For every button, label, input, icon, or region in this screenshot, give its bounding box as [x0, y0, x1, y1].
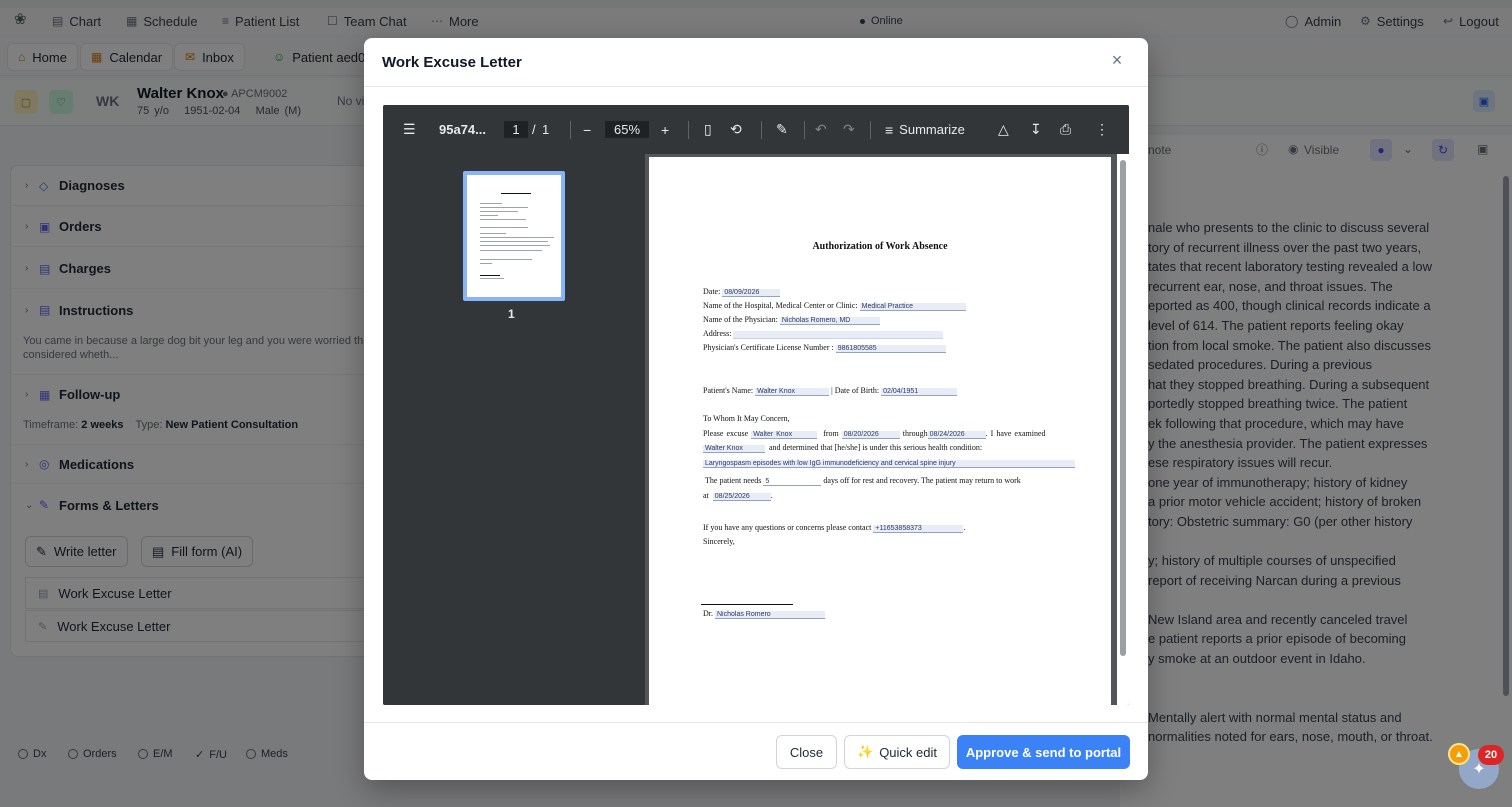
questions-text: If you have any questions or concerns pl…	[703, 523, 872, 532]
letter-page: Authorization of Work Absence Date: 08/0…	[649, 157, 1111, 705]
letter-excuse-line: Please excuse Walter Knox from 08/20/202…	[703, 429, 1046, 439]
letter-patient-line: Patient's Name: Walter Knox | Date of Bi…	[703, 386, 958, 396]
from-label: from	[823, 429, 839, 438]
letter-license-line: Physician's Certificate License Number :…	[703, 343, 946, 353]
letter-sincerely: Sincerely,	[703, 537, 735, 546]
license-field[interactable]: 9861805585	[835, 345, 946, 353]
excuse-name-field[interactable]: Walter Knox	[751, 431, 818, 439]
toolbar-divider	[804, 121, 805, 139]
physician-label: Name of the Physician:	[703, 315, 778, 324]
determined-text: and determined that [he/she] is under th…	[769, 443, 983, 452]
letter-condition-line: Laryngospasm episodes with low IgG immun…	[703, 458, 1075, 468]
undo-icon[interactable]: ↶	[815, 105, 827, 154]
examined-text: . I have examined	[985, 429, 1046, 438]
letter-days-line: The patient needs 5 days off for rest an…	[703, 476, 1021, 486]
address-field[interactable]	[733, 331, 944, 339]
zoom-out-icon[interactable]: −	[583, 105, 591, 154]
page-thumbnail[interactable]	[463, 171, 565, 301]
quick-edit-button[interactable]: ✨ Quick edit	[844, 735, 950, 769]
more-vertical-icon[interactable]: ⋮	[1095, 105, 1109, 154]
days-field[interactable]: 5	[763, 478, 822, 486]
pdf-toolbar: ☰ 95a74... 1 / 1 − 65% + ▯ ⟲ ✎ ↶ ↷ ≡ Summ…	[383, 105, 1129, 154]
letter-contact-line: If you have any questions or concerns pl…	[703, 523, 966, 533]
at-label: at	[703, 491, 709, 500]
signature-line	[701, 604, 793, 605]
hospital-field[interactable]: Medical Practice	[859, 303, 966, 311]
sparkle-icon: ✨	[857, 744, 874, 759]
pdf-page-area: Authorization of Work Absence Date: 08/0…	[645, 154, 1129, 705]
letter-return-line: at 08/25/2026.	[703, 491, 773, 501]
physician-field[interactable]: Nicholas Romero, MD	[779, 317, 880, 325]
pdf-filename: 95a74...	[439, 122, 486, 137]
redo-icon[interactable]: ↷	[843, 105, 855, 154]
notification-count-badge: 20	[1478, 745, 1504, 765]
fit-page-icon[interactable]: ▯	[704, 105, 712, 154]
menu-icon[interactable]: ☰	[403, 105, 416, 154]
divider	[364, 86, 1148, 87]
days-text: days off for rest and recovery. The pati…	[823, 476, 1021, 485]
pdf-scrollbar[interactable]	[1117, 154, 1129, 705]
patient-name-field[interactable]: Walter Knox	[755, 388, 830, 396]
thumbnail-page-number: 1	[508, 307, 515, 321]
work-excuse-modal: Work Excuse Letter × ☰ 95a74... 1 / 1 − …	[364, 38, 1148, 780]
please-text: Please excuse	[703, 429, 749, 438]
letter-salutation: To Whom It May Concern,	[703, 414, 790, 423]
toolbar-divider	[688, 121, 689, 139]
summarize-label: Summarize	[899, 122, 965, 137]
page-total: 1	[542, 122, 550, 137]
toolbar-divider	[570, 121, 571, 139]
approve-send-button[interactable]: Approve & send to portal	[957, 735, 1130, 769]
dob-field[interactable]: 02/04/1951	[881, 388, 958, 396]
zoom-input[interactable]: 65%	[605, 121, 649, 138]
hospital-label: Name of the Hospital, Medical Center or …	[703, 301, 858, 310]
drive-icon[interactable]: △	[998, 105, 1009, 154]
letter-title: Authorization of Work Absence	[812, 241, 948, 252]
address-label: Address:	[703, 329, 732, 338]
print-icon[interactable]: ⎙	[1060, 105, 1071, 154]
letter-physician-line: Name of the Physician: Nicholas Romero, …	[703, 315, 880, 325]
letter-determined-line: Walter Knox and determined that [he/she]…	[703, 443, 982, 453]
quick-edit-label: Quick edit	[879, 744, 937, 760]
date-field[interactable]: 08/09/2026	[722, 289, 781, 297]
draw-icon[interactable]: ✎	[776, 105, 788, 154]
rotate-icon[interactable]: ⟲	[730, 105, 742, 154]
letter-signer-line: Dr. Nicholas Romero	[703, 609, 825, 619]
dr-label: Dr.	[703, 609, 713, 618]
phone-field[interactable]: +11653858373	[873, 525, 964, 533]
download-icon[interactable]: ↧	[1030, 105, 1042, 154]
license-label: Physician's Certificate License Number :	[703, 343, 834, 352]
summarize-icon: ≡	[885, 121, 894, 138]
toolbar-divider	[870, 121, 871, 139]
letter-address-line: Address:	[703, 329, 944, 339]
zoom-in-icon[interactable]: +	[661, 105, 669, 154]
toolbar-divider	[761, 121, 762, 139]
divider	[364, 722, 1148, 723]
date-label: Date:	[703, 287, 721, 296]
pdf-scrollbar-thumb[interactable]	[1120, 160, 1126, 656]
through-label: through	[902, 429, 928, 438]
close-button[interactable]: Close	[776, 735, 837, 769]
signer-field[interactable]: Nicholas Romero	[715, 611, 825, 619]
letter-date-line: Date: 08/09/2026	[703, 287, 781, 297]
examined-name-field[interactable]: Walter Knox	[703, 445, 765, 453]
patient-label: Patient's Name:	[703, 386, 754, 395]
close-icon[interactable]: ×	[1109, 51, 1125, 69]
needs-label: The patient needs	[705, 476, 762, 485]
condition-field[interactable]: Laryngospasm episodes with low IgG immun…	[703, 460, 1075, 468]
summarize-button[interactable]: ≡ Summarize	[885, 105, 965, 154]
notification-bell-icon[interactable]: ▲	[1448, 743, 1470, 765]
return-date-field[interactable]: 08/25/2026	[712, 493, 771, 501]
modal-title: Work Excuse Letter	[382, 54, 522, 71]
dob-label: | Date of Birth:	[831, 386, 880, 395]
from-date-field[interactable]: 08/20/2026	[841, 431, 900, 439]
thumbnail-sidebar: 1	[383, 154, 645, 705]
letter-hospital-line: Name of the Hospital, Medical Center or …	[703, 301, 966, 311]
page-number-input[interactable]: 1	[504, 121, 528, 138]
pdf-viewer: ☰ 95a74... 1 / 1 − 65% + ▯ ⟲ ✎ ↶ ↷ ≡ Summ…	[383, 105, 1129, 705]
page-separator: /	[532, 122, 536, 137]
through-date-field[interactable]: 08/24/2026	[927, 431, 986, 439]
